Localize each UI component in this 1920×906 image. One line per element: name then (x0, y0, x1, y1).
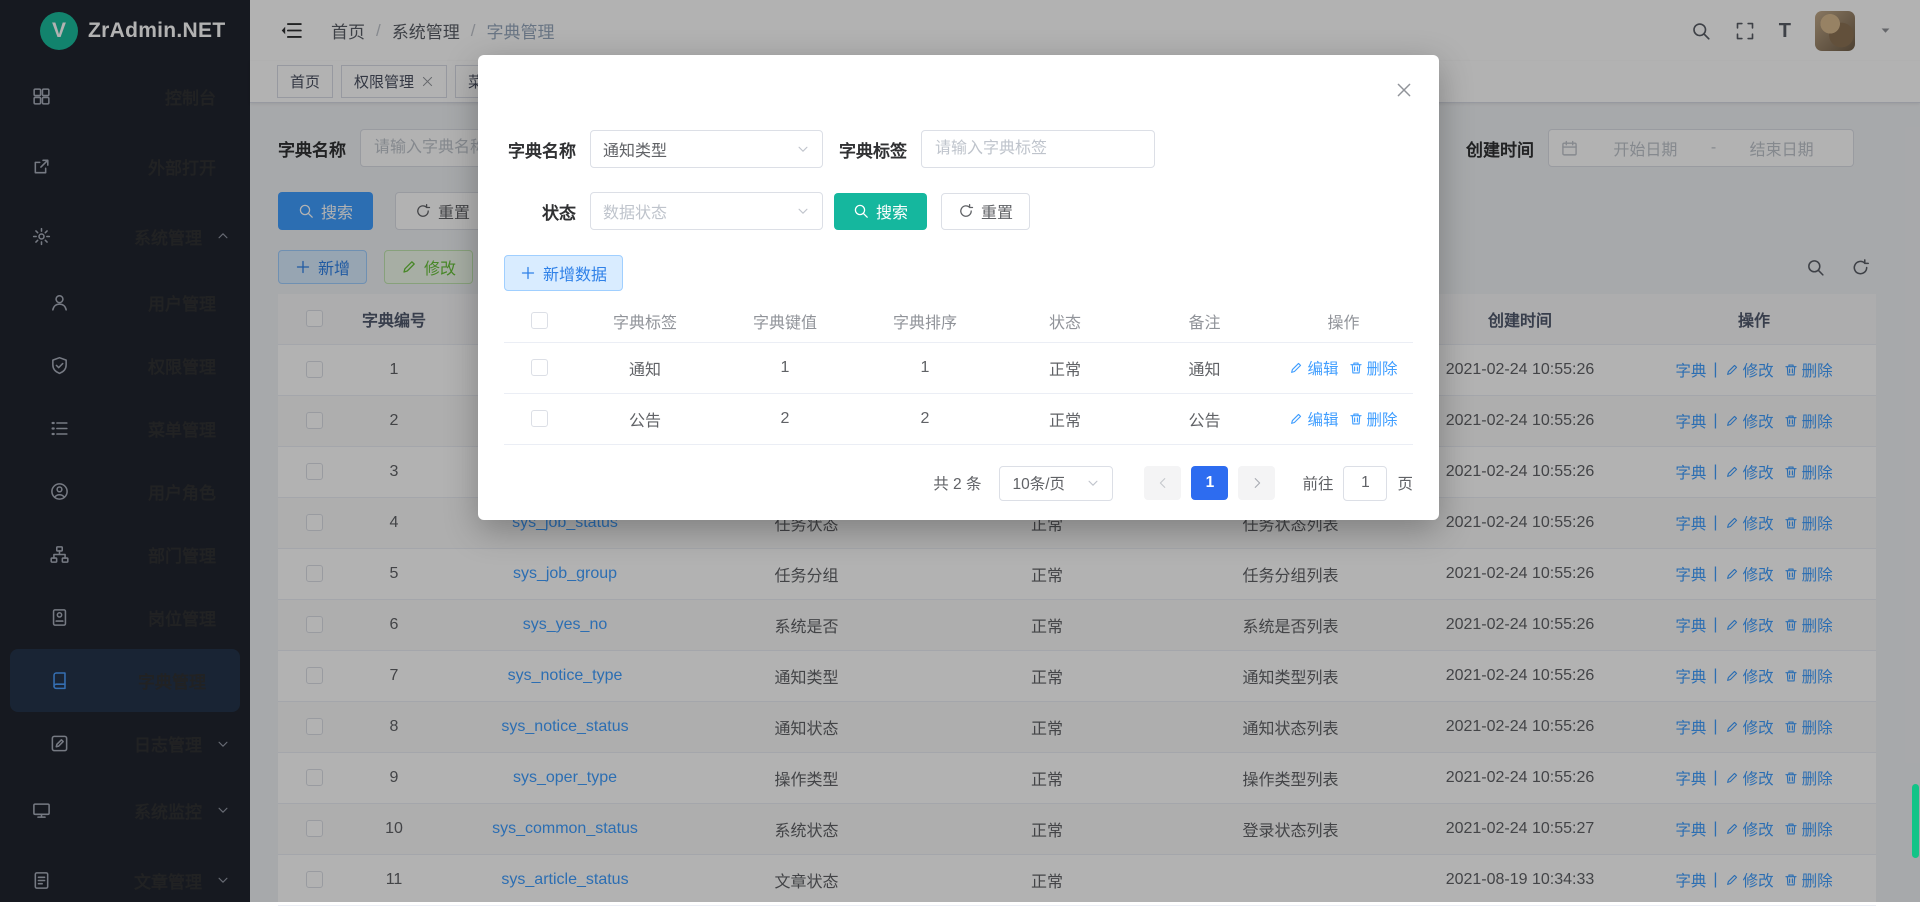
status-cell: 正常 (995, 342, 1135, 393)
modal-search-button[interactable]: 搜索 (834, 193, 927, 230)
add-data-button[interactable]: 新增数据 (504, 255, 623, 291)
modal-reset-button[interactable]: 重置 (941, 193, 1030, 230)
search-icon (853, 203, 869, 219)
modal-status-label: 状态 (504, 199, 576, 224)
add-data-label: 新增数据 (543, 261, 607, 285)
delete-link[interactable]: 删除 (1349, 408, 1398, 430)
scrollbar-thumb[interactable] (1912, 784, 1919, 858)
chevron-down-icon (796, 142, 810, 156)
sort-cell: 1 (855, 342, 995, 393)
select-all-checkbox[interactable] (531, 312, 548, 329)
refresh-icon (958, 203, 974, 219)
page-size-value: 10条/页 (1012, 472, 1086, 494)
label-cell: 公告 (575, 393, 715, 444)
modal-dict-label-label: 字典标签 (839, 137, 907, 162)
row-checkbox[interactable] (531, 410, 548, 427)
remark-cell: 通知 (1135, 342, 1274, 393)
pencil-icon (1289, 361, 1303, 375)
remark-cell: 公告 (1135, 393, 1274, 444)
modal-status-select[interactable]: 数据状态 (590, 192, 823, 230)
pagination: 共 2 条 10条/页 1 前往 页 (504, 465, 1413, 501)
ops-cell: 编辑删除 (1274, 393, 1413, 444)
modal-search-label: 搜索 (876, 199, 908, 223)
trash-icon (1349, 412, 1363, 426)
sort-cell: 2 (855, 393, 995, 444)
column-header: 操作 (1274, 300, 1413, 342)
header-checkbox-cell (504, 300, 575, 342)
chevron-left-icon (1156, 476, 1170, 490)
modal-form-row-2: 状态 数据状态 搜索 重置 (504, 192, 1030, 230)
goto-page-input[interactable] (1343, 466, 1387, 501)
dict-data-dialog: 字典名称 通知类型 字典标签 状态 数据状态 搜索 重置 新增数据 字典标 (478, 55, 1439, 520)
edit-link[interactable]: 编辑 (1289, 357, 1338, 379)
status-cell: 正常 (995, 393, 1135, 444)
modal-reset-label: 重置 (981, 199, 1013, 223)
chevron-down-icon (1086, 476, 1100, 490)
value-cell: 2 (715, 393, 855, 444)
dict-data-row: 公告22正常公告编辑删除 (504, 393, 1413, 444)
prev-page-button[interactable] (1144, 466, 1181, 500)
modal-form-row-1: 字典名称 通知类型 字典标签 (504, 130, 1155, 168)
column-header: 字典排序 (855, 300, 995, 342)
plus-icon (520, 265, 536, 281)
pagination-total: 共 2 条 (933, 472, 981, 494)
current-page-button[interactable]: 1 (1191, 466, 1228, 500)
value-cell: 1 (715, 342, 855, 393)
next-page-button[interactable] (1238, 466, 1275, 500)
delete-link[interactable]: 删除 (1349, 357, 1398, 379)
column-header: 字典标签 (575, 300, 715, 342)
dict-data-table: 字典标签字典键值字典排序状态备注操作 通知11正常通知编辑删除公告22正常公告编… (504, 300, 1413, 445)
ops-cell: 编辑删除 (1274, 342, 1413, 393)
column-header: 备注 (1135, 300, 1274, 342)
column-header: 字典键值 (715, 300, 855, 342)
chevron-down-icon (796, 204, 810, 218)
modal-dict-name-label: 字典名称 (504, 137, 576, 162)
page-size-select[interactable]: 10条/页 (999, 466, 1113, 501)
column-header: 状态 (995, 300, 1135, 342)
trash-icon (1349, 361, 1363, 375)
goto-label: 前往 (1302, 472, 1333, 494)
page-unit-label: 页 (1397, 472, 1413, 494)
dict-label-input[interactable] (921, 130, 1155, 168)
row-checkbox[interactable] (531, 359, 548, 376)
status-placeholder: 数据状态 (603, 199, 796, 223)
chevron-right-icon (1250, 476, 1264, 490)
close-icon[interactable] (1395, 81, 1413, 99)
pencil-icon (1289, 412, 1303, 426)
modal-dict-name-select[interactable]: 通知类型 (590, 130, 823, 168)
label-cell: 通知 (575, 342, 715, 393)
dict-data-row: 通知11正常通知编辑删除 (504, 342, 1413, 393)
selected-dict-type: 通知类型 (603, 137, 796, 161)
edit-link[interactable]: 编辑 (1289, 408, 1338, 430)
